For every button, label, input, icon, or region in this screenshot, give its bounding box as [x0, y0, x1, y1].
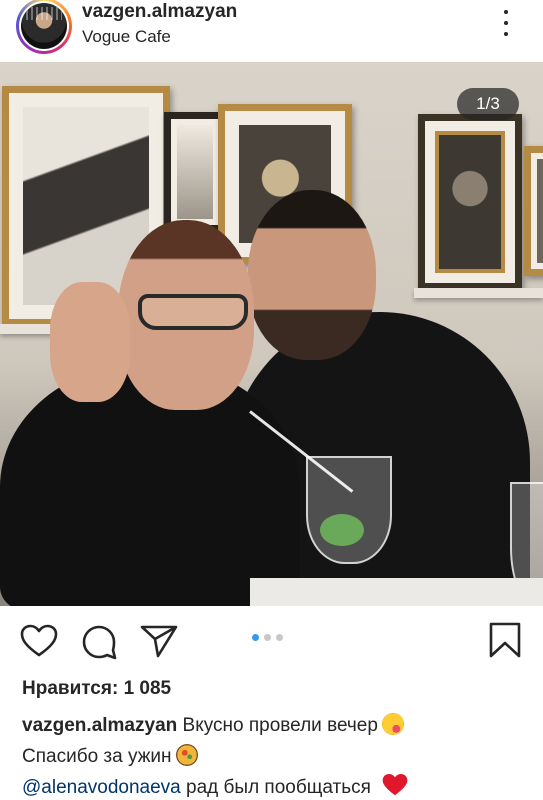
- post-photo[interactable]: 1/3: [0, 62, 543, 606]
- post-caption: vazgen.almazyan Вкусно провели вечер Спа…: [22, 710, 532, 800]
- comment-icon[interactable]: [81, 624, 117, 660]
- avatar[interactable]: [21, 3, 67, 49]
- post-location[interactable]: Vogue Cafe: [82, 26, 171, 48]
- cocktail-glass: [306, 456, 392, 564]
- caption-mention[interactable]: @alenavodonaeva: [22, 777, 181, 798]
- caption-line1: Вкусно провели вечер: [177, 715, 378, 736]
- hand: [50, 282, 130, 402]
- carousel-dot-1: [252, 634, 259, 641]
- person-right-head: [248, 190, 376, 360]
- carousel-counter: 1/3: [457, 88, 519, 120]
- wall-frame-5: [524, 146, 543, 276]
- red-heart-emoji: [382, 774, 408, 796]
- likes-count[interactable]: Нравится: 1 085: [22, 678, 171, 700]
- caption-username[interactable]: vazgen.almazyan: [22, 715, 177, 736]
- action-bar: [0, 606, 543, 672]
- heart-icon[interactable]: [20, 624, 58, 658]
- cocktail-mint: [320, 514, 364, 546]
- caption-line3: рад был пообщаться: [180, 777, 371, 798]
- story-ring[interactable]: [16, 0, 72, 54]
- wall-frame-2: [164, 112, 226, 232]
- table-cloth: [250, 578, 543, 606]
- face-savoring-food-emoji: [381, 713, 404, 735]
- carousel-dot-3: [276, 634, 283, 641]
- post-header: vazgen.almazyan Vogue Cafe: [0, 0, 543, 62]
- carousel-indicator: [252, 634, 283, 641]
- wall-frame-4: [418, 114, 522, 290]
- post-username[interactable]: vazgen.almazyan: [82, 0, 237, 24]
- glasses: [138, 294, 248, 330]
- more-vertical-icon[interactable]: [496, 8, 516, 38]
- bookmark-icon[interactable]: [488, 622, 522, 658]
- share-icon[interactable]: [140, 624, 178, 658]
- caption-line2: Спасибо за ужин: [22, 746, 172, 767]
- paella-emoji: [175, 744, 198, 766]
- carousel-dot-2: [264, 634, 271, 641]
